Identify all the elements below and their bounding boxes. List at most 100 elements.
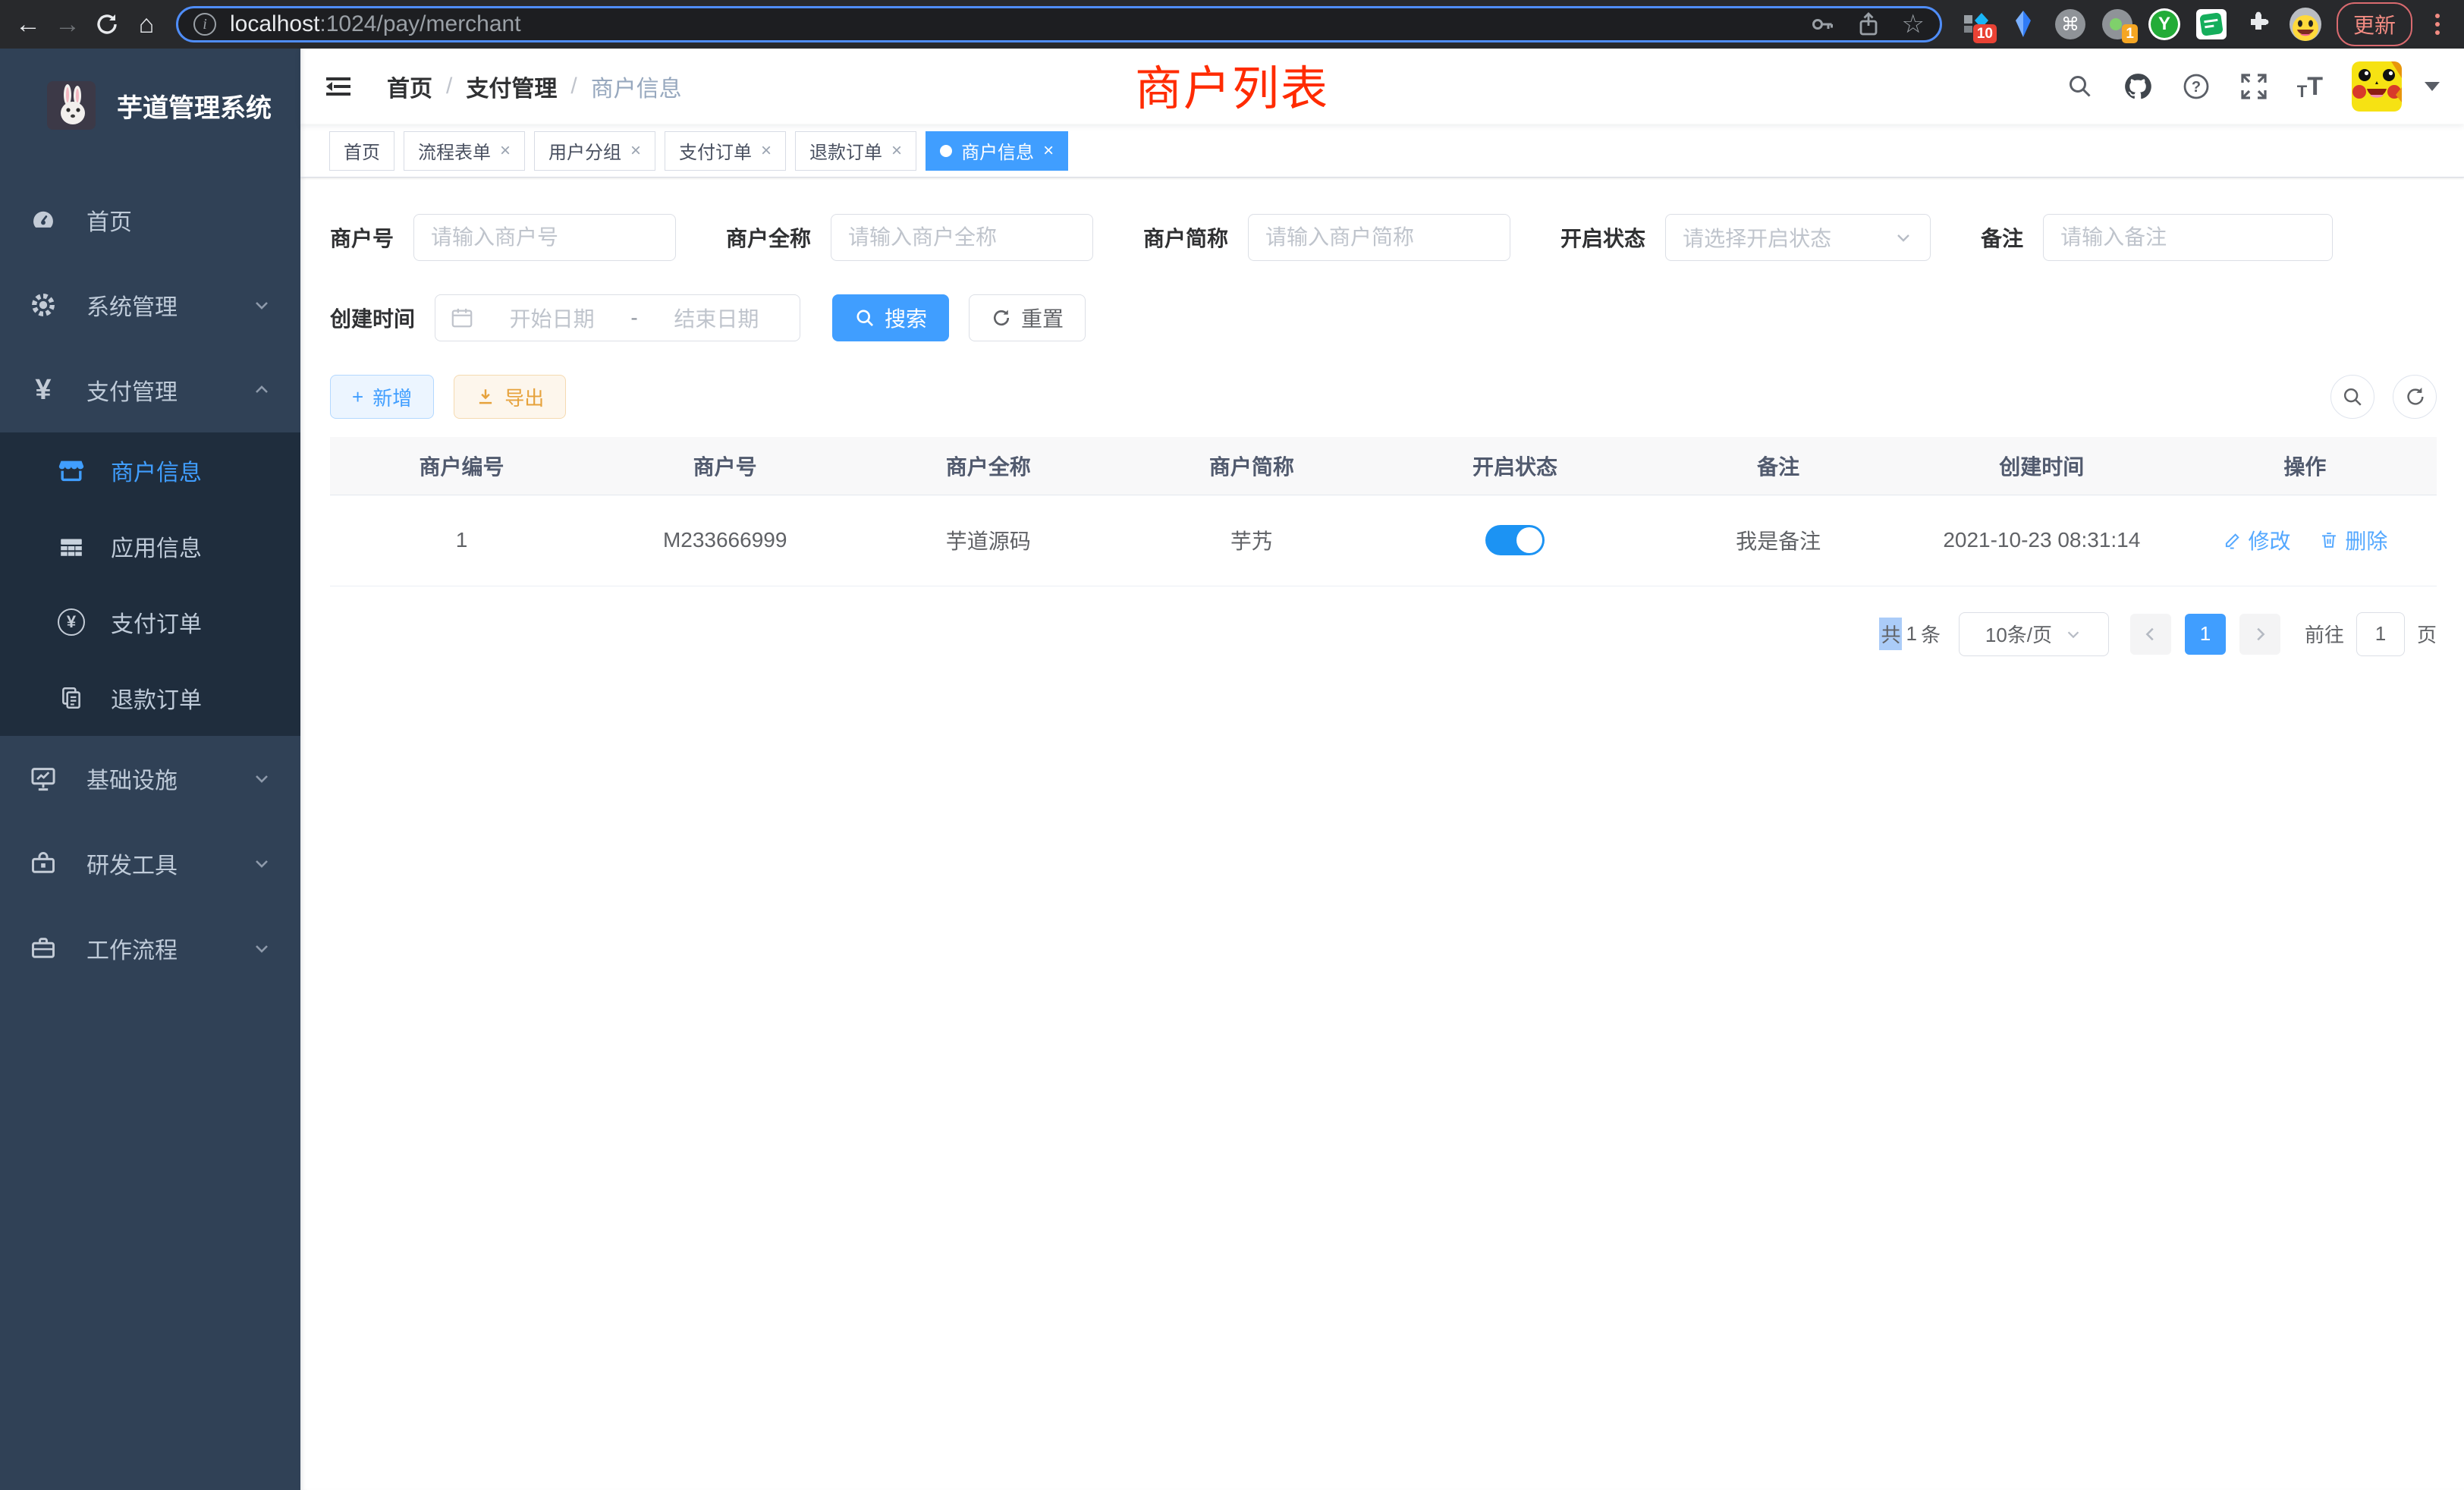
tab-pay-order[interactable]: 支付订单× — [665, 131, 786, 171]
breadcrumb-payment[interactable]: 支付管理 — [466, 70, 557, 103]
tab-refund-order[interactable]: 退款订单× — [795, 131, 916, 171]
tab-process-form[interactable]: 流程表单× — [404, 131, 525, 171]
breadcrumb-home[interactable]: 首页 — [387, 70, 432, 103]
prev-page-button[interactable] — [2130, 614, 2171, 655]
chevron-down-icon — [1894, 228, 1913, 247]
create-time-range-picker[interactable]: 开始日期 - 结束日期 — [435, 294, 800, 341]
close-icon[interactable]: × — [891, 142, 902, 160]
browser-update-button[interactable]: 更新 — [2337, 2, 2412, 46]
current-page-button[interactable]: 1 — [2185, 614, 2226, 655]
cell-merchant-no: M233666999 — [593, 495, 856, 586]
calendar-icon — [451, 306, 473, 329]
search-button[interactable]: 搜索 — [832, 294, 949, 341]
sidebar-item-merchant-info[interactable]: 商户信息 — [0, 432, 300, 508]
close-icon[interactable]: × — [500, 142, 511, 160]
sidebar-item-refund-order[interactable]: 退款订单 — [0, 660, 300, 736]
pagination: 共1条 10条/页 1 前往 页 — [330, 612, 2437, 687]
sidebar-item-pay-order[interactable]: ¥ 支付订单 — [0, 584, 300, 660]
app-logo[interactable]: 芋道管理系统 — [0, 49, 300, 162]
command-extension-icon[interactable]: ⌘ — [2054, 8, 2086, 40]
edit-link[interactable]: 修改 — [2223, 525, 2291, 555]
emoji-profile-icon[interactable] — [2290, 8, 2321, 40]
sidebar-item-home[interactable]: 首页 — [0, 178, 300, 262]
full-name-input[interactable] — [831, 214, 1093, 261]
col-merchant-no: 商户号 — [593, 437, 856, 495]
tab-merchant-info[interactable]: 商户信息× — [926, 131, 1068, 171]
reset-button[interactable]: 重置 — [969, 294, 1086, 341]
chevron-down-icon — [2064, 625, 2082, 643]
chevron-down-icon — [252, 295, 272, 315]
password-key-icon[interactable] — [1809, 11, 1835, 37]
avatar-caret-icon[interactable] — [2425, 82, 2440, 91]
sidebar-item-label: 支付订单 — [111, 605, 202, 639]
fullscreen-icon[interactable] — [2239, 72, 2268, 101]
table-row: 1 M233666999 芋道源码 芋艿 我是备注 2021-10-23 08:… — [330, 495, 2437, 586]
status-select[interactable]: 请选择开启状态 — [1665, 214, 1931, 261]
page-info-icon[interactable]: i — [193, 13, 216, 36]
puzzle-extensions-icon[interactable] — [2242, 8, 2274, 40]
close-icon[interactable]: × — [1043, 142, 1054, 160]
sidebar-item-system[interactable]: 系统管理 — [0, 262, 300, 347]
pagination-total: 共1条 — [1879, 618, 1941, 650]
short-name-input[interactable] — [1248, 214, 1510, 261]
address-bar[interactable]: i localhost:1024/pay/merchant ☆ — [176, 6, 1942, 42]
table-refresh-icon[interactable] — [2393, 375, 2437, 419]
extensions-area: 10 ⌘ 1 Y 更新 — [1954, 2, 2453, 46]
add-button[interactable]: + 新增 — [330, 375, 434, 419]
annotation-title: 商户列表 — [1135, 50, 1329, 118]
url-text[interactable]: localhost:1024/pay/merchant — [230, 11, 521, 37]
sidebar: 芋道管理系统 首页 系统管理 ¥ 支付管理 — [0, 49, 300, 1490]
sidebar-item-label: 基础设施 — [86, 762, 178, 795]
notes-extension-icon[interactable] — [2195, 8, 2227, 40]
goto-page-input[interactable] — [2356, 612, 2405, 656]
merchant-table: 商户编号 商户号 商户全称 商户简称 开启状态 备注 创建时间 操作 1 M23… — [330, 437, 2437, 586]
user-avatar[interactable] — [2352, 61, 2402, 112]
pin-extension-icon[interactable] — [2007, 8, 2039, 40]
header-search-icon[interactable] — [2066, 73, 2094, 100]
page-size-select[interactable]: 10条/页 — [1959, 612, 2109, 656]
export-button[interactable]: 导出 — [454, 375, 566, 419]
cell-actions: 修改 删除 — [2173, 495, 2437, 586]
tab-user-group[interactable]: 用户分组× — [534, 131, 655, 171]
sidebar-item-infrastructure[interactable]: 基础设施 — [0, 736, 300, 821]
status-toggle[interactable] — [1485, 525, 1545, 555]
sidebar-item-workflow[interactable]: 工作流程 — [0, 906, 300, 991]
back-icon[interactable]: ← — [11, 7, 46, 42]
sidebar-toggle-icon[interactable] — [325, 74, 354, 99]
breadcrumb: 首页 / 支付管理 / 商户信息 — [387, 70, 682, 103]
bookmark-star-icon[interactable]: ☆ — [1902, 11, 1925, 37]
status-extension-icon[interactable]: 1 — [2101, 8, 2133, 40]
active-dot — [940, 145, 952, 157]
github-icon[interactable] — [2123, 71, 2153, 102]
close-icon[interactable]: × — [761, 142, 772, 160]
cell-status — [1384, 495, 1647, 586]
document-copy-icon — [58, 685, 85, 711]
browser-menu-icon[interactable] — [2428, 14, 2447, 35]
tab-home[interactable]: 首页 — [329, 131, 394, 171]
next-page-button[interactable] — [2239, 614, 2280, 655]
forward-icon[interactable]: → — [50, 7, 85, 42]
sidebar-item-dev-tools[interactable]: 研发工具 — [0, 821, 300, 906]
y-extension-icon[interactable]: Y — [2148, 8, 2180, 40]
font-size-icon[interactable]: TT — [2297, 72, 2323, 102]
col-status: 开启状态 — [1384, 437, 1647, 495]
col-full-name: 商户全称 — [856, 437, 1120, 495]
close-icon[interactable]: × — [630, 142, 641, 160]
delete-link[interactable]: 删除 — [2319, 525, 2387, 555]
reload-icon[interactable] — [90, 7, 124, 42]
goto-label: 前往 — [2305, 620, 2344, 648]
remark-input[interactable] — [2043, 214, 2333, 261]
sidebar-item-app-info[interactable]: 应用信息 — [0, 508, 300, 584]
sidebar-item-payment[interactable]: ¥ 支付管理 — [0, 347, 300, 432]
col-create-time: 创建时间 — [1910, 437, 2173, 495]
help-question-icon[interactable]: ? — [2182, 72, 2211, 101]
tags-view-bar: 首页 流程表单× 用户分组× 支付订单× 退款订单× 商户信息× — [300, 124, 2464, 178]
table-search-icon[interactable] — [2330, 375, 2374, 419]
briefcase-icon — [29, 935, 58, 962]
share-icon[interactable] — [1856, 11, 1881, 37]
home-icon[interactable]: ⌂ — [129, 7, 164, 42]
merchant-no-input[interactable] — [413, 214, 676, 261]
chevron-up-icon — [252, 380, 272, 400]
gear-icon — [29, 291, 58, 319]
extension-tiles-icon[interactable]: 10 — [1960, 8, 1992, 40]
